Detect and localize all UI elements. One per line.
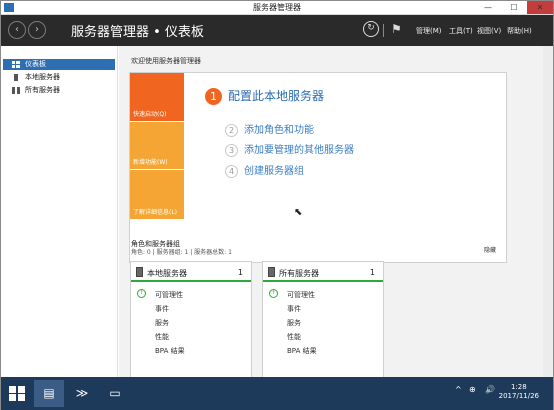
menu-tools[interactable]: 工具(T) [449,26,473,36]
close-button[interactable]: ✕ [527,1,553,14]
sidebar-item-label: 本地服务器 [25,73,60,81]
tile-row-services[interactable]: 服务 [155,318,169,328]
status-ok-icon: ↑ [137,289,146,298]
taskbar: ▤ ≫ ▭ ^ ⊕ 🔊 1:28 2017/11/26 [1,377,553,410]
step-label: 添加角色和功能 [244,125,314,136]
app-header: ‹ › 服务器管理器 • 仪表板 ↻ ⚑ 管理(M) 工具(T) 视图(V) 帮… [1,15,553,46]
server-icon [136,267,143,277]
step-number: 4 [225,165,238,178]
tile-row-bpa-results[interactable]: BPA 结果 [287,346,317,356]
step-configure-local-server[interactable]: 1 配置此本地服务器 [205,87,324,105]
menu-view[interactable]: 视图(V) [477,26,501,36]
minimize-button[interactable]: — [475,1,501,14]
server-manager-window: 服务器管理器 — ☐ ✕ ‹ › 服务器管理器 • 仪表板 ↻ ⚑ 管理(M) … [0,0,554,410]
tile-count: 1 [237,268,243,277]
sidebar-item-dashboard[interactable]: 仪表板 [3,59,115,70]
whats-new-tile[interactable]: 新增功能(W) [130,122,184,170]
tile-row-manageability[interactable]: 可管理性 [287,290,315,300]
refresh-icon[interactable]: ↻ [363,21,379,37]
start-button[interactable] [9,386,26,401]
header-divider [383,24,384,37]
welcome-panel: 快速启动(Q) 新增功能(W) 了解详细信息(L) 1 配置此本地服务器 2 添加角… [129,72,507,263]
network-icon[interactable]: ⊕ [469,385,476,394]
sidebar: 仪表板 本地服务器 所有服务器 [1,46,118,377]
step-number: 3 [225,144,238,157]
window-titlebar[interactable]: 服务器管理器 — ☐ ✕ [1,1,553,15]
status-ok-icon: ↑ [269,289,278,298]
taskbar-server-manager-icon[interactable]: ▤ [34,380,64,407]
dashboard-content: 欢迎使用服务器管理器 快速启动(Q) 新增功能(W) 了解详细信息(L) 1 配置… [119,46,553,379]
hide-link[interactable]: 隐藏 [484,245,496,254]
step-create-server-group[interactable]: 4 创建服务器组 [225,162,304,178]
learn-more-label: 了解详细信息(L) [133,209,178,216]
quick-start-label: 快速启动(Q) [133,111,167,118]
clock-date: 2017/11/26 [498,392,539,400]
tile-title: 所有服务器 [279,269,319,278]
window-title: 服务器管理器 [253,3,301,12]
step-label: 添加要管理的其他服务器 [244,145,354,156]
sidebar-item-all-servers[interactable]: 所有服务器 [3,85,115,96]
notifications-flag-icon[interactable]: ⚑ [391,22,402,36]
tile-row-services[interactable]: 服务 [287,318,301,328]
tile-header[interactable]: 本地服务器 1 [131,262,251,282]
volume-icon[interactable]: 🔊 [485,385,495,394]
server-icon [14,74,18,81]
dashboard-icon [12,61,20,68]
sidebar-item-label: 仪表板 [25,60,46,68]
roles-summary: 角色: 0 | 服务器组: 1 | 服务器总数: 1 [131,249,232,256]
local-server-tile[interactable]: 本地服务器 1 ↑ 可管理性 事件 服务 性能 BPA 结果 [130,261,252,379]
quick-start-tile[interactable]: 快速启动(Q) [130,73,184,122]
tile-row-manageability[interactable]: 可管理性 [155,290,183,300]
all-servers-tile[interactable]: 所有服务器 1 ↑ 可管理性 事件 服务 性能 BPA 结果 [262,261,384,379]
menu-manage[interactable]: 管理(M) [416,26,442,36]
forward-button[interactable]: › [28,21,46,39]
whats-new-label: 新增功能(W) [133,159,168,166]
step-label: 创建服务器组 [244,166,304,177]
step-number: 2 [225,124,238,137]
tile-row-events[interactable]: 事件 [155,304,169,314]
tile-row-events[interactable]: 事件 [287,304,301,314]
welcome-title: 欢迎使用服务器管理器 [131,57,201,65]
menu-help[interactable]: 帮助(H) [507,26,532,36]
servers-icon [12,87,20,94]
step-add-roles[interactable]: 2 添加角色和功能 [225,121,314,137]
tile-title: 本地服务器 [147,269,187,278]
tile-header[interactable]: 所有服务器 1 [263,262,383,282]
step-add-servers[interactable]: 3 添加要管理的其他服务器 [225,141,354,157]
taskbar-file-explorer-icon[interactable]: ▭ [100,380,130,407]
step-number: 1 [205,88,222,105]
system-clock[interactable]: 1:28 2017/11/26 [499,383,539,401]
sidebar-item-label: 所有服务器 [25,86,60,94]
maximize-button[interactable]: ☐ [501,1,527,14]
tray-expand-icon[interactable]: ^ [455,385,462,394]
sidebar-item-local-server[interactable]: 本地服务器 [3,72,115,83]
back-button[interactable]: ‹ [8,21,26,39]
mouse-cursor-icon: ⬉ [294,207,303,218]
step-label: 配置此本地服务器 [228,89,325,103]
tile-row-bpa-results[interactable]: BPA 结果 [155,346,185,356]
tile-count: 1 [369,268,375,277]
clock-time: 1:28 [510,383,527,391]
learn-more-tile[interactable]: 了解详细信息(L) [130,170,184,219]
tile-row-performance[interactable]: 性能 [287,332,301,342]
page-title: 服务器管理器 • 仪表板 [71,25,204,40]
vertical-scrollbar[interactable] [543,46,553,377]
taskbar-powershell-icon[interactable]: ≫ [67,380,97,407]
servers-icon [268,267,275,277]
tile-row-performance[interactable]: 性能 [155,332,169,342]
